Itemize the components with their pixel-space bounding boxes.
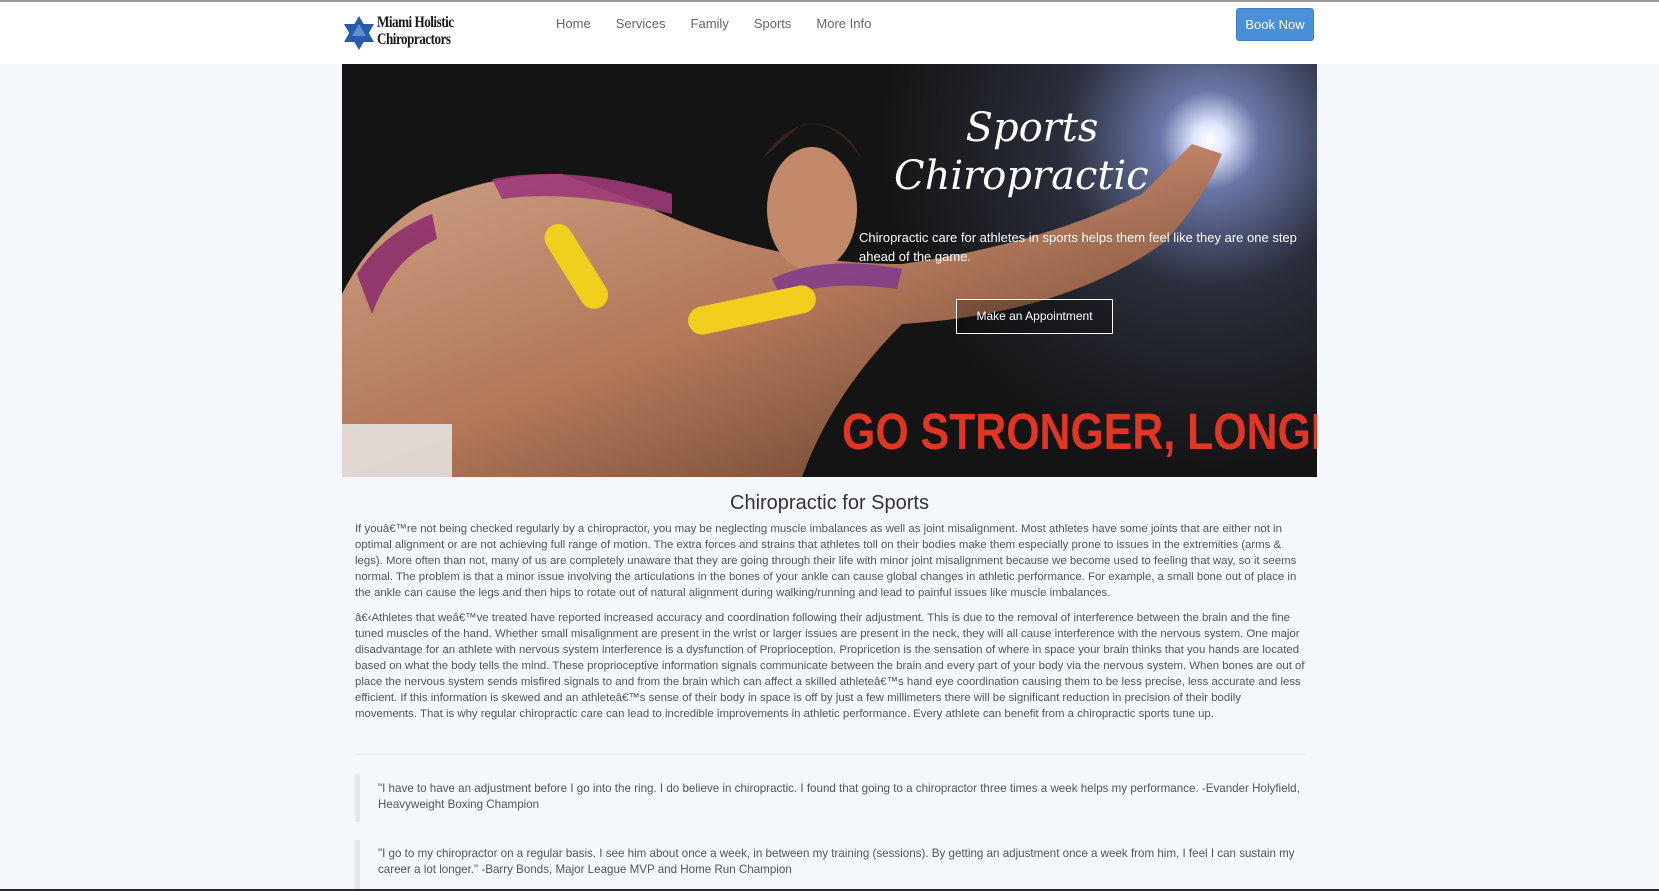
nav-link-more-info[interactable]: More Info [816, 16, 871, 32]
navbar: Miami Holistic Chiropractors Home Servic… [0, 2, 1659, 64]
hero-title-line-2: Chiropractic [894, 153, 1149, 199]
paragraph-2: â€‹Athletes that weâ€™ve treated have re… [355, 612, 1305, 720]
logo-text: Miami Holistic Chiropractors [377, 14, 454, 48]
hero-title-line-1: Sports [965, 105, 1099, 151]
hero-slogan: GO STRONGER, LONGER [842, 403, 1317, 460]
nav-link-family[interactable]: Family [691, 16, 729, 32]
logo-line-1: Miami Holistic [377, 14, 454, 31]
testimonial-quote-2: "I go to my chiropractor on a regular ba… [355, 840, 1305, 891]
nav-link-home[interactable]: Home [556, 16, 591, 32]
make-appointment-button[interactable]: Make an Appointment [956, 299, 1113, 334]
testimonial-quote-1: "I have to have an adjustment before I g… [355, 774, 1305, 822]
star-of-david-icon [344, 16, 374, 50]
hero-title: Sports Chiropractic [894, 104, 1149, 200]
nav-link-services[interactable]: Services [616, 16, 666, 32]
logo-line-2: Chiropractors [377, 31, 451, 48]
main-nav: Home Services Family Sports More Info [556, 16, 896, 32]
section-divider [355, 754, 1305, 755]
book-now-button[interactable]: Book Now [1236, 8, 1314, 41]
hero-subtitle: Chiropractic care for athletes in sports… [859, 230, 1297, 264]
hero-banner: Sports Chiropractic Chiropractic care fo… [342, 64, 1317, 477]
section-title: Chiropractic for Sports [730, 492, 929, 514]
site-logo[interactable]: Miami Holistic Chiropractors [341, 13, 461, 53]
nav-link-sports[interactable]: Sports [754, 16, 792, 32]
paragraph-1: If youâ€™re not being checked regularly … [355, 523, 1297, 599]
